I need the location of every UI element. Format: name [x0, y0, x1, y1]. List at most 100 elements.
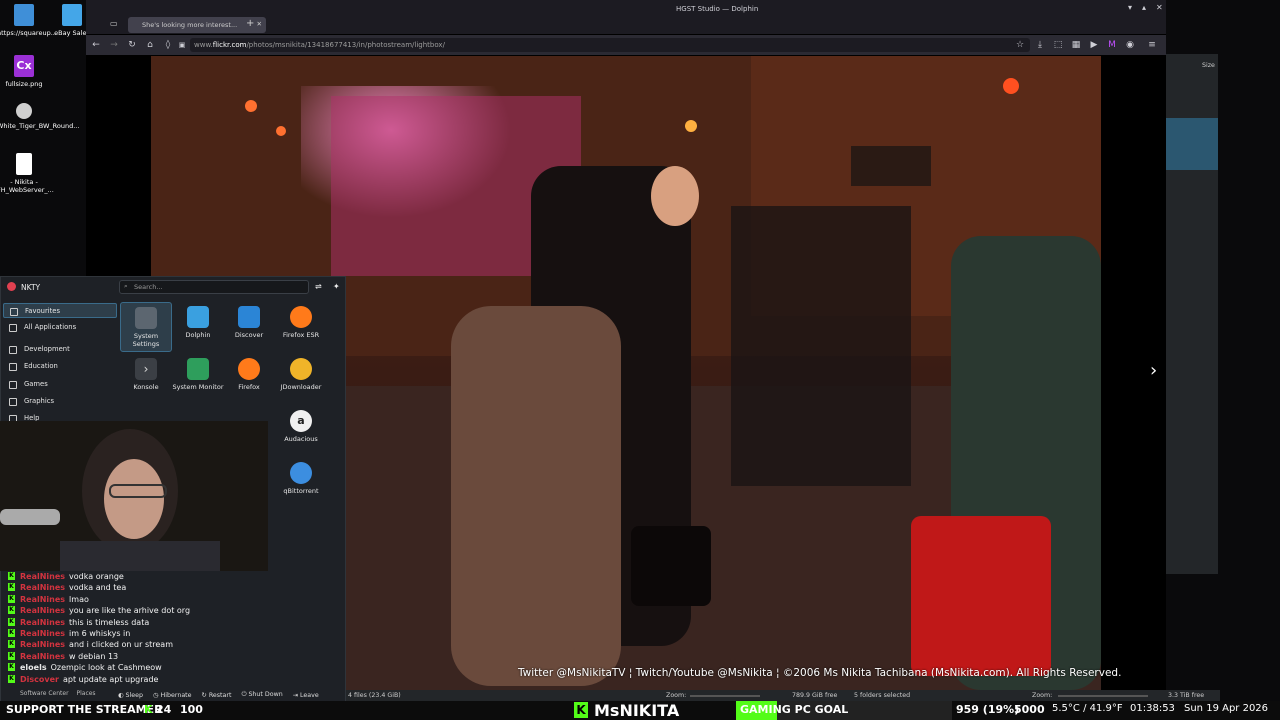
- chat-message: K RealNines this is timeless data: [0, 617, 346, 628]
- category-favourites[interactable]: Favourites: [3, 303, 117, 318]
- account-icon[interactable]: ◉: [1124, 39, 1136, 51]
- chat-message: K RealNines and i clicked on ur stream: [0, 639, 346, 650]
- back-icon[interactable]: ←: [90, 39, 102, 51]
- chat-username[interactable]: RealNines: [20, 640, 65, 649]
- category-label: All Applications: [24, 323, 77, 331]
- shield-icon[interactable]: ◊: [162, 39, 174, 51]
- category-graphics[interactable]: Graphics: [3, 394, 117, 409]
- category-games[interactable]: Games: [3, 377, 117, 392]
- size-column-header[interactable]: Size: [1202, 62, 1215, 69]
- tab-list-icon[interactable]: ▭: [110, 19, 118, 28]
- clock-time: 01:38:53: [1130, 703, 1175, 714]
- chat-username[interactable]: eloels: [20, 663, 47, 672]
- desktop-icon-label: fullsize.png: [5, 80, 43, 88]
- download-icon[interactable]: ⤓: [1034, 39, 1046, 51]
- chat-username[interactable]: RealNines: [20, 572, 65, 581]
- app-firefox-esr[interactable]: Firefox ESR: [275, 302, 327, 352]
- app-jdownloader[interactable]: JDownloader: [275, 354, 327, 404]
- chat-text: you are like the arhive dot org: [69, 606, 191, 616]
- leave-button[interactable]: ⇥ Leave: [293, 692, 319, 699]
- app-dolphin[interactable]: Dolphin: [172, 302, 224, 352]
- kick-icon: K: [144, 703, 153, 716]
- graphics-icon: [9, 398, 17, 406]
- chat-username[interactable]: RealNines: [20, 595, 65, 604]
- desktop-icon-fullsize[interactable]: Cx fullsize.png: [0, 55, 51, 88]
- user-avatar[interactable]: [7, 282, 16, 291]
- temperature-text: 5.5°C / 41.9°F: [1052, 703, 1123, 714]
- app-system-monitor[interactable]: System Monitor: [172, 354, 224, 404]
- sleep-button[interactable]: ◐ Sleep: [118, 692, 143, 699]
- chat-text: im 6 whiskys in: [69, 628, 131, 638]
- bookmark-star-icon[interactable]: ☆: [1014, 39, 1026, 51]
- kick-badge-icon: K: [8, 572, 15, 580]
- desktop-icon-label: White_Tiger_BW_Round...: [0, 122, 80, 130]
- app-firefox[interactable]: Firefox: [223, 354, 275, 404]
- chat-username[interactable]: Discover: [20, 675, 59, 684]
- hamburger-menu-icon[interactable]: ≡: [1146, 39, 1158, 51]
- reload-icon[interactable]: ↻: [126, 39, 138, 51]
- app-label: Firefox: [238, 383, 260, 391]
- restart-button[interactable]: ↻ Restart: [202, 692, 232, 699]
- minimize-icon[interactable]: ▾: [1128, 3, 1132, 12]
- category-development[interactable]: Development: [3, 342, 117, 357]
- hibernate-button[interactable]: ◷ Hibernate: [153, 692, 192, 699]
- chat-username[interactable]: RealNines: [20, 583, 65, 592]
- kick-logo-icon: K: [574, 702, 588, 718]
- selected-file-row[interactable]: [1166, 118, 1218, 170]
- shutdown-button[interactable]: ⏻ Shut Down: [241, 691, 282, 699]
- chat-username[interactable]: RealNines: [20, 618, 65, 627]
- terminal-icon: ›: [135, 358, 157, 380]
- next-arrow-icon[interactable]: ›: [1150, 360, 1157, 381]
- chat-text: this is timeless data: [69, 617, 150, 627]
- chat-message: K Discover apt update apt upgrade: [0, 674, 346, 685]
- extension-icon[interactable]: M: [1106, 39, 1118, 51]
- url-prefix: www.: [194, 41, 213, 49]
- chat-text: lmao: [69, 594, 89, 604]
- desktop-icon-white-tiger[interactable]: White_Tiger_BW_Round...: [0, 103, 79, 130]
- chat-message: K RealNines w debian 13: [0, 651, 346, 662]
- chat-username[interactable]: RealNines: [20, 652, 65, 661]
- maximize-icon[interactable]: ▴: [1142, 3, 1146, 12]
- app-label: System Settings: [132, 332, 160, 348]
- extension-icon[interactable]: ▦: [1070, 39, 1082, 51]
- desktop-icon-nikita-webserver[interactable]: - Nikita - FH_WebServer_...: [0, 153, 54, 194]
- chat-overlay: K RealNines vodka orange K RealNines vodka an…: [0, 571, 346, 705]
- desktop-icon-squareup[interactable]: https://squareup...: [0, 4, 57, 37]
- firefox-icon: [290, 306, 312, 328]
- close-icon[interactable]: ✕: [1156, 3, 1163, 12]
- zoom-label: Zoom:: [666, 692, 687, 699]
- jdownloader-icon: [290, 358, 312, 380]
- configure-icon[interactable]: ⇌: [315, 282, 322, 291]
- chat-username[interactable]: RealNines: [20, 629, 65, 638]
- app-qbittorrent[interactable]: qBittorrent: [275, 458, 327, 508]
- app-konsole[interactable]: › Konsole: [120, 354, 172, 404]
- category-all-applications[interactable]: All Applications: [3, 320, 117, 335]
- zoom-slider[interactable]: [690, 695, 760, 697]
- category-education[interactable]: Education: [3, 359, 117, 374]
- app-system-settings[interactable]: System Settings: [120, 302, 172, 352]
- zoom-slider[interactable]: [1058, 695, 1148, 697]
- search-placeholder: Search...: [134, 283, 163, 291]
- user-name: NKTY: [21, 282, 41, 292]
- forward-icon[interactable]: →: [108, 39, 120, 51]
- chat-username[interactable]: RealNines: [20, 606, 65, 615]
- extensions-icon[interactable]: ⬚: [1052, 39, 1064, 51]
- app-discover[interactable]: Discover: [223, 302, 275, 352]
- goal-value: 959 (19%): [956, 703, 1020, 716]
- tab-close-icon[interactable]: ✕: [257, 20, 262, 28]
- audacious-icon: a: [290, 410, 312, 432]
- chat-message: Keloels Ozempic look at Cashmeow: [0, 662, 346, 673]
- lock-icon[interactable]: ▣: [176, 39, 188, 51]
- url-bar[interactable]: www.flickr.com/photos/msnikita/134186774…: [190, 38, 1030, 52]
- sleep-label: Sleep: [125, 691, 144, 699]
- app-label: Firefox ESR: [282, 331, 320, 339]
- kick-badge-icon: K: [8, 617, 15, 626]
- app-audacious[interactable]: a Audacious: [275, 406, 327, 456]
- extension-icon[interactable]: ▶: [1088, 39, 1100, 51]
- launcher-search-input[interactable]: ⌕ Search...: [119, 280, 309, 294]
- home-icon[interactable]: ⌂: [144, 39, 156, 51]
- software-center-tab[interactable]: Software Center Places: [20, 690, 96, 697]
- qbittorrent-icon: [290, 462, 312, 484]
- pin-icon[interactable]: ✦: [333, 282, 340, 291]
- new-tab-icon[interactable]: +: [246, 18, 254, 29]
